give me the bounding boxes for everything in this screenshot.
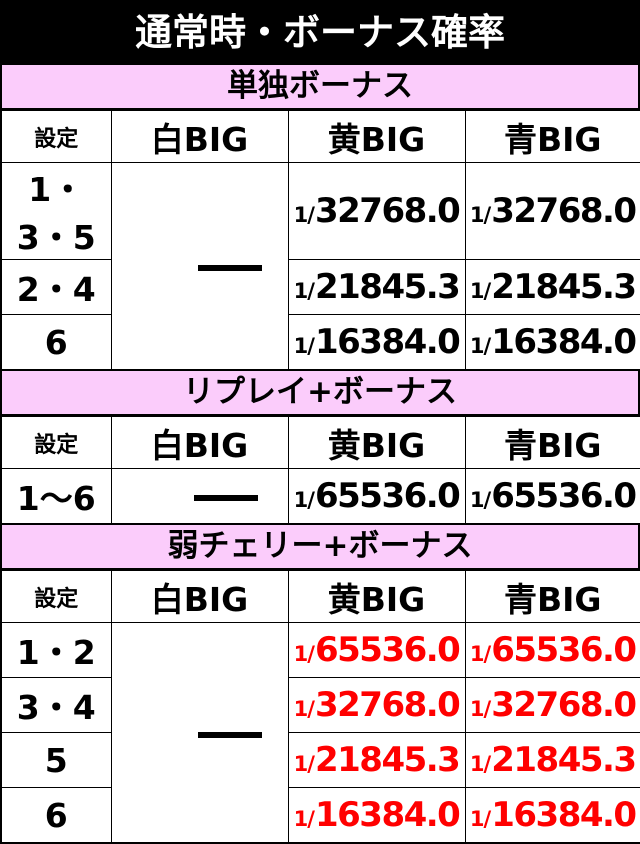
- fraction-prefix: 1/: [469, 807, 491, 831]
- fraction-prefix: 1/: [469, 488, 491, 512]
- blue-big-value: 1/65536.0: [464, 622, 640, 678]
- column-header-yellow-big: 黄BIG: [287, 110, 466, 163]
- column-header-yellow-big: 黄BIG: [287, 570, 466, 623]
- table-header-row: 設定 白BIG 黄BIG 青BIG: [0, 416, 640, 469]
- section-band-label: リプレイ+ボーナス: [183, 374, 457, 410]
- column-header-white-big: 白BIG: [110, 110, 289, 163]
- probability-number: 16384.0: [491, 322, 637, 362]
- table-row: 6 1/16384.0 1/16384.0: [0, 787, 640, 844]
- table-row: 3・4 1/32768.0 1/32768.0: [0, 677, 640, 733]
- fraction-prefix: 1/: [469, 752, 491, 776]
- fraction-prefix: 1/: [293, 279, 315, 303]
- table-row: 2・4 1/21845.3 1/21845.3: [0, 259, 640, 315]
- probability-number: 21845.3: [491, 267, 637, 307]
- white-big-not-available: [110, 622, 289, 844]
- probability-table-page: 通常時・ボーナス確率 単独ボーナス 設定 白BIG 黄BIG 青BIG 1・3・5 1/32…: [0, 0, 640, 844]
- yellow-big-value: 1/32768.0: [287, 162, 466, 260]
- column-header-blue-big: 青BIG: [464, 570, 640, 623]
- blue-big-value: 1/21845.3: [464, 732, 640, 788]
- yellow-big-value: 1/21845.3: [287, 732, 466, 788]
- fraction-prefix: 1/: [293, 697, 315, 721]
- fraction-prefix: 1/: [293, 642, 315, 666]
- table-row: 1〜6 1/65536.0 1/65536.0: [0, 468, 640, 525]
- white-big-not-available: [110, 468, 289, 525]
- probability-number: 21845.3: [314, 740, 461, 780]
- probability-number: 21845.3: [491, 740, 637, 780]
- probability-number: 16384.0: [314, 322, 461, 362]
- section-band: リプレイ+ボーナス: [0, 371, 640, 416]
- setting-value: 1〜6: [0, 468, 112, 525]
- probability-number: 16384.0: [491, 795, 637, 835]
- setting-value: 2・4: [0, 259, 112, 315]
- fraction-prefix: 1/: [293, 752, 315, 776]
- blue-big-value: 1/16384.0: [464, 787, 640, 844]
- yellow-big-value: 1/65536.0: [287, 622, 466, 678]
- blue-big-value: 1/21845.3: [464, 259, 640, 315]
- setting-value: 6: [0, 314, 112, 371]
- probability-number: 32768.0: [314, 685, 461, 725]
- fraction-prefix: 1/: [293, 488, 315, 512]
- sections-container: 単独ボーナス 設定 白BIG 黄BIG 青BIG 1・3・5 1/32768.0 1/3276…: [0, 65, 640, 844]
- dash-icon: [197, 265, 262, 271]
- fraction-prefix: 1/: [469, 642, 491, 666]
- column-header-blue-big: 青BIG: [464, 416, 640, 469]
- table-header-row: 設定 白BIG 黄BIG 青BIG: [0, 570, 640, 623]
- probability-number: 65536.0: [314, 476, 461, 516]
- column-header-setting: 設定: [0, 110, 112, 163]
- fraction-prefix: 1/: [293, 807, 315, 831]
- yellow-big-value: 1/16384.0: [287, 787, 466, 844]
- table-row: 1・3・5 1/32768.0 1/32768.0: [0, 162, 640, 371]
- fraction-prefix: 1/: [469, 203, 491, 227]
- probability-table: 設定 白BIG 黄BIG 青BIG 1〜6 1/65536.0 1/65536.0: [0, 416, 640, 525]
- section-band-label: 単独ボーナス: [227, 68, 413, 104]
- blue-big-value: 1/65536.0: [464, 468, 640, 525]
- column-header-white-big: 白BIG: [110, 416, 289, 469]
- setting-value: 1・3・5: [0, 162, 112, 260]
- section-band-label: 弱チェリー+ボーナス: [167, 528, 473, 564]
- column-header-blue-big: 青BIG: [464, 110, 640, 163]
- page-title-text: 通常時・ボーナス確率: [135, 11, 505, 54]
- column-header-setting: 設定: [0, 416, 112, 469]
- section-band: 単独ボーナス: [0, 65, 640, 110]
- fraction-prefix: 1/: [293, 334, 315, 358]
- setting-value: 6: [0, 787, 112, 844]
- probability-number: 65536.0: [491, 630, 637, 670]
- fraction-prefix: 1/: [469, 697, 491, 721]
- setting-value: 1・2: [0, 622, 112, 678]
- probability-number: 32768.0: [314, 191, 461, 231]
- setting-value: 3・4: [0, 677, 112, 733]
- table-row: 6 1/16384.0 1/16384.0: [0, 314, 640, 371]
- blue-big-value: 1/16384.0: [464, 314, 640, 371]
- table-header-row: 設定 白BIG 黄BIG 青BIG: [0, 110, 640, 163]
- section-band: 弱チェリー+ボーナス: [0, 525, 640, 570]
- probability-table: 設定 白BIG 黄BIG 青BIG 1・3・5 1/32768.0 1/32768.0 2・4…: [0, 110, 640, 371]
- probability-number: 65536.0: [314, 630, 461, 670]
- table-row: 1・2 1/65536.0 1/65536.0: [0, 622, 640, 844]
- probability-number: 32768.0: [491, 685, 637, 725]
- probability-number: 16384.0: [314, 795, 461, 835]
- probability-number: 32768.0: [491, 191, 637, 231]
- table-row: 5 1/21845.3 1/21845.3: [0, 732, 640, 788]
- yellow-big-value: 1/32768.0: [287, 677, 466, 733]
- yellow-big-value: 1/65536.0: [287, 468, 466, 525]
- blue-big-value: 1/32768.0: [464, 162, 640, 260]
- column-header-setting: 設定: [0, 570, 112, 623]
- yellow-big-value: 1/21845.3: [287, 259, 466, 315]
- column-header-yellow-big: 黄BIG: [287, 416, 466, 469]
- probability-number: 21845.3: [314, 267, 461, 307]
- dash-icon: [193, 495, 258, 501]
- fraction-prefix: 1/: [469, 279, 491, 303]
- yellow-big-value: 1/16384.0: [287, 314, 466, 371]
- fraction-prefix: 1/: [293, 203, 315, 227]
- setting-value: 5: [0, 732, 112, 788]
- white-big-not-available: [110, 162, 289, 371]
- probability-table: 設定 白BIG 黄BIG 青BIG 1・2 1/65536.0 1/65536.0 3・4 1/…: [0, 570, 640, 844]
- blue-big-value: 1/32768.0: [464, 677, 640, 733]
- probability-number: 65536.0: [491, 476, 637, 516]
- dash-icon: [197, 731, 262, 738]
- column-header-white-big: 白BIG: [110, 570, 289, 623]
- fraction-prefix: 1/: [469, 334, 491, 358]
- page-title: 通常時・ボーナス確率: [0, 0, 640, 65]
